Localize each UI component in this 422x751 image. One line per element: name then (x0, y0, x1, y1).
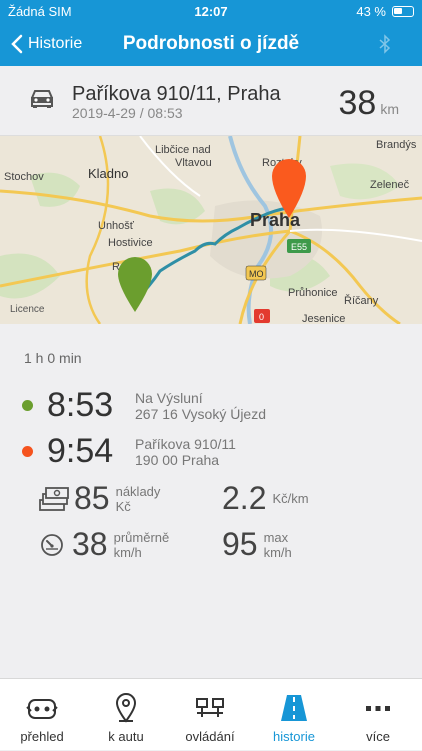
start-dot-icon (22, 400, 33, 411)
cost-per-km-value: 2.2 (222, 480, 267, 516)
map-label: Říčany (344, 294, 379, 307)
start-place: Na Výsluní 267 16 Vysoký Újezd (135, 390, 266, 422)
navigation-bar: Historie Podrobnosti o jízdě (0, 22, 422, 66)
location-pin-icon (115, 693, 137, 723)
map-licence-link: Licence (10, 304, 45, 315)
tab-overview-label: přehled (20, 729, 64, 744)
cost-unit: Kč (115, 498, 131, 514)
road-badge-mo: MO (249, 269, 264, 279)
end-place: Paříkova 910/11 190 00 Praha (135, 436, 236, 468)
route-map[interactable]: Libčice nad Vltavou Roztoky Brandýs Stoc… (0, 136, 422, 324)
tab-controls-label: ovládání (185, 729, 235, 744)
map-label: Stochov (4, 171, 44, 183)
max-speed-labels: max km/h (264, 530, 292, 560)
max-speed-label: max (263, 529, 289, 545)
cost-labels: náklady Kč (116, 484, 161, 514)
tab-overview[interactable]: přehled (0, 679, 84, 751)
trip-summary: Paříkova 910/11, Praha 2019-4-29 / 08:53… (0, 66, 422, 136)
controls-icon (196, 698, 224, 717)
avg-speed-labels: průměrně km/h (114, 530, 170, 560)
cost-per-km-unit: Kč/km (272, 491, 309, 506)
tab-more-label: více (366, 729, 390, 744)
map-label: Hostivice (108, 237, 153, 249)
car-icon (31, 90, 53, 108)
map-label: Průhonice (288, 287, 338, 299)
end-place-line1: Paříkova 910/11 (135, 435, 236, 452)
map-label: Praha (250, 210, 301, 230)
trip-duration: 1 h 0 min (24, 350, 82, 366)
cost-per-km-stat: 2.2 Kč/km (222, 480, 309, 517)
road-badge-0: 0 (259, 312, 264, 322)
car-overview-icon (26, 699, 58, 719)
cost-label: náklady (115, 483, 161, 499)
map-label: Brandýs (376, 139, 417, 151)
tab-more[interactable]: více (336, 679, 420, 751)
start-time: 8:53 (47, 386, 114, 424)
map-label: Zeleneč (370, 179, 410, 191)
map-label: Libčice nad (155, 144, 211, 156)
end-place-line2: 190 00 Praha (135, 451, 220, 468)
end-dot-icon (22, 446, 33, 457)
start-place-line1: Na Výsluní (135, 389, 203, 406)
more-dots-icon (366, 706, 390, 711)
cost-stat: 85 náklady Kč (38, 480, 160, 517)
road-history-icon (281, 695, 307, 721)
tab-to-car[interactable]: k autu (84, 679, 168, 751)
road-badge-e55: E55 (291, 242, 307, 252)
cost-value: 85 (74, 480, 110, 516)
end-time: 9:54 (47, 432, 114, 470)
tab-to-car-label: k autu (108, 729, 144, 744)
page-title: Podrobnosti o jízdě (122, 33, 300, 54)
trip-details: 1 h 0 min 8:53 Na Výsluní 267 16 Vysoký … (0, 324, 422, 678)
speedometer-icon (41, 533, 63, 556)
tab-controls[interactable]: ovládání (168, 679, 252, 751)
battery-icon (392, 6, 414, 17)
tab-bar: přehled k autu ovládání historie více (0, 678, 422, 750)
trip-distance: 38 km (339, 84, 400, 123)
status-bar: Žádná SIM 12:07 43 % (0, 0, 422, 22)
trip-distance-unit: km (380, 101, 399, 117)
battery-text: 43 % (356, 4, 386, 19)
max-speed-value: 95 (222, 526, 258, 562)
money-stack-icon (39, 486, 69, 511)
max-speed-unit: km/h (263, 544, 292, 560)
map-label: Unhošť (98, 220, 135, 232)
start-row: 8:53 Na Výsluní 267 16 Vysoký Újezd (22, 386, 266, 425)
tab-history-label: historie (273, 729, 315, 744)
max-speed-stat: 95 max km/h (222, 526, 292, 563)
trip-destination-address: Paříkova 910/11, Praha (72, 83, 281, 105)
map-label: Vltavou (175, 157, 212, 169)
battery-indicator: 43 % (356, 4, 414, 19)
avg-speed-value: 38 (72, 526, 108, 562)
avg-speed-unit: km/h (113, 544, 142, 560)
tab-history[interactable]: historie (252, 679, 336, 751)
start-place-line2: 267 16 Vysoký Újezd (135, 405, 266, 422)
avg-speed-stat: 38 průměrně km/h (40, 526, 169, 563)
map-label: Kladno (88, 166, 128, 181)
end-row: 9:54 Paříkova 910/11 190 00 Praha (22, 432, 236, 471)
trip-datetime: 2019-4-29 / 08:53 (72, 105, 183, 121)
map-label: Jesenice (302, 313, 345, 324)
avg-speed-label: průměrně (113, 529, 170, 545)
bluetooth-icon[interactable] (378, 34, 392, 54)
trip-distance-value: 38 (338, 84, 377, 122)
